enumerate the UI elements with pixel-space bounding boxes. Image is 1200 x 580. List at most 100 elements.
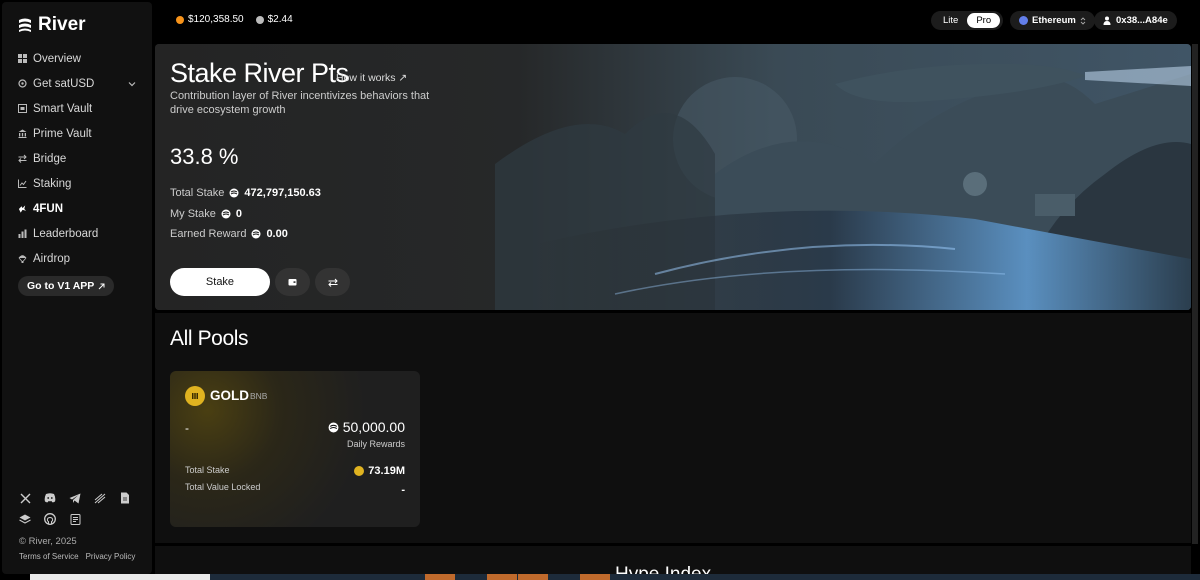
ethereum-icon <box>1019 16 1028 25</box>
airdrop-icon <box>18 254 27 263</box>
sidebar-item-label: Overview <box>33 52 81 65</box>
wallet-icon <box>288 279 297 286</box>
discord-icon[interactable] <box>44 492 56 504</box>
sidebar-item-label: Airdrop <box>33 252 71 265</box>
pool-card-gold[interactable]: GOLD BNB - 50,000.00 Daily Rewards Total… <box>170 371 420 527</box>
page-title: Stake River Pts <box>170 58 349 88</box>
taskbar-app[interactable] <box>425 574 455 580</box>
pool-tvl-value: - <box>401 484 405 496</box>
telegram-icon[interactable] <box>69 492 81 504</box>
sidebar-item-overview[interactable]: Overview <box>2 46 152 71</box>
chart-line-icon <box>18 179 27 188</box>
user-icon <box>1103 16 1111 25</box>
sidebar: River Overview Get satUSD Smart Vault Pr… <box>2 2 152 574</box>
river-pts-icon <box>221 209 231 219</box>
total-stake-row: Total Stake 472,797,150.63 <box>170 183 321 204</box>
how-it-works-link[interactable]: How it works ↗ <box>336 72 407 84</box>
github-icon[interactable] <box>44 513 56 525</box>
terms-of-service-link[interactable]: Terms of Service <box>19 552 79 561</box>
price-ticker: $120,358.50 $2.44 <box>176 14 293 25</box>
hero-description: Contribution layer of River incentivizes… <box>170 90 430 116</box>
stake-stats: Total Stake 472,797,150.63 My Stake 0 Ea… <box>170 183 321 245</box>
sidebar-item-prime-vault[interactable]: Prime Vault <box>2 121 152 146</box>
pool-total-stake: 73.19M <box>354 465 405 477</box>
sidebar-item-smart-vault[interactable]: Smart Vault <box>2 96 152 121</box>
pool-name: GOLD <box>210 388 249 403</box>
social-links <box>19 492 139 534</box>
mode-pro-option[interactable]: Pro <box>967 13 1001 28</box>
pool-chain: BNB <box>250 391 268 401</box>
mirror-icon[interactable] <box>94 492 106 504</box>
wallet-button[interactable]: 0x38...A84e <box>1094 11 1177 30</box>
river-pts-icon <box>251 229 261 239</box>
document-icon[interactable] <box>119 492 131 504</box>
my-stake-value: 0 <box>235 207 242 220</box>
sidebar-item-label: Leaderboard <box>33 227 99 240</box>
river-logo-icon <box>19 18 31 32</box>
taskbar-app[interactable] <box>580 574 610 580</box>
btc-price: $120,358.50 <box>176 14 244 25</box>
earned-reward-row: Earned Reward 0.00 <box>170 224 321 245</box>
swap-arrows-icon <box>327 278 338 287</box>
earned-reward-label: Earned Reward <box>170 228 247 241</box>
circle-icon <box>18 79 27 88</box>
taskbar-app[interactable] <box>487 574 517 580</box>
network-name: Ethereum <box>1032 15 1076 26</box>
sidebar-item-staking[interactable]: Staking <box>2 171 152 196</box>
chevron-down-icon[interactable] <box>128 80 136 88</box>
privacy-policy-link[interactable]: Privacy Policy <box>86 552 136 561</box>
swap-action-button[interactable] <box>315 268 350 296</box>
sidebar-nav: Overview Get satUSD Smart Vault Prime Va… <box>2 46 152 271</box>
mode-toggle: Lite Pro <box>931 11 1004 30</box>
page-scrollbar[interactable] <box>1192 44 1198 544</box>
stake-hero-banner: Stake River Pts How it works ↗ Contribut… <box>155 44 1191 310</box>
sidebar-item-label: Staking <box>33 177 72 190</box>
grid-icon <box>18 54 27 63</box>
copyright-text: © River, 2025 <box>19 536 77 547</box>
river-pts-icon <box>229 188 239 198</box>
total-stake-label: Total Stake <box>170 187 225 200</box>
bitcoin-icon <box>176 15 184 24</box>
river-token-icon <box>255 15 264 24</box>
all-pools-section: All Pools GOLD BNB - 50,000.00 Daily Rew… <box>155 313 1191 543</box>
external-link-icon <box>98 283 105 289</box>
daily-rewards-label: Daily Rewards <box>346 439 405 449</box>
pool-tvl-label: Total Value Locked <box>185 482 261 492</box>
sidebar-item-4fun[interactable]: 4FUN <box>2 196 152 221</box>
sidebar-item-bridge[interactable]: Bridge <box>2 146 152 171</box>
gold-token-icon <box>185 386 205 406</box>
bank-icon <box>18 129 27 138</box>
my-stake-label: My Stake <box>170 207 216 220</box>
wallet-address: 0x38...A84e <box>1116 15 1168 26</box>
brand-logo[interactable]: River <box>18 14 86 36</box>
my-stake-row: My Stake 0 <box>170 204 321 225</box>
go-to-v1-app-button[interactable]: Go to V1 APP <box>18 276 115 296</box>
sidebar-item-label: Smart Vault <box>33 102 93 115</box>
sidebar-item-get-satusd[interactable]: Get satUSD <box>2 71 152 96</box>
x-twitter-icon[interactable] <box>19 492 31 504</box>
section-title: All Pools <box>170 327 249 350</box>
earned-reward-value: 0.00 <box>266 228 288 241</box>
daily-rewards-value: 50,000.00 <box>342 419 405 435</box>
btc-price-value: $120,358.50 <box>188 14 244 25</box>
river-price: $2.44 <box>255 14 293 25</box>
sidebar-item-leaderboard[interactable]: Leaderboard <box>2 221 152 246</box>
layers-icon[interactable] <box>19 513 31 525</box>
bar-chart-icon <box>18 229 27 238</box>
sidebar-item-label: Bridge <box>33 152 67 165</box>
sidebar-item-label: Prime Vault <box>33 127 92 140</box>
notes-icon[interactable] <box>69 513 81 525</box>
sidebar-item-label: 4FUN <box>33 202 64 215</box>
mode-lite-option[interactable]: Lite <box>934 13 967 28</box>
wallet-action-button[interactable] <box>275 268 310 296</box>
sidebar-item-airdrop[interactable]: Airdrop <box>2 246 152 271</box>
taskbar-app[interactable] <box>518 574 548 580</box>
river-price-value: $2.44 <box>267 14 293 25</box>
taskbar-search[interactable] <box>30 574 210 580</box>
legal-links: Terms of Service Privacy Policy <box>19 552 135 561</box>
river-pts-icon <box>328 422 339 432</box>
chevron-updown-icon <box>1080 16 1086 25</box>
network-selector[interactable]: Ethereum <box>1010 11 1095 30</box>
stake-button[interactable]: Stake <box>170 268 270 296</box>
daily-rewards-amount: 50,000.00 <box>328 419 405 435</box>
